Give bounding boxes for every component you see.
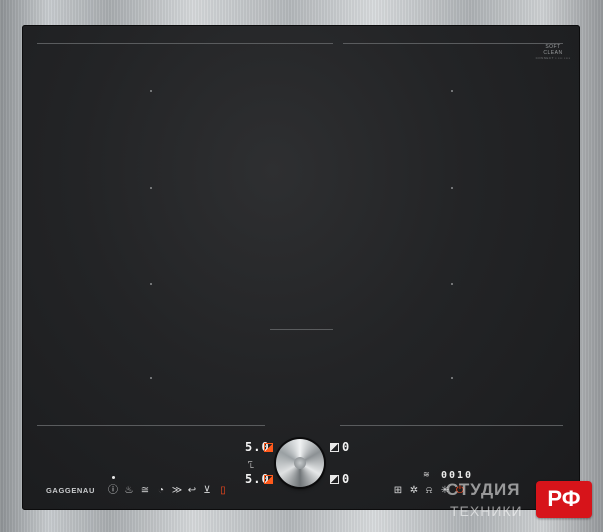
wok-icon[interactable]: ⊻ [201,485,213,497]
watermark-top-text: СТУДИЯ [446,480,521,499]
zone-indicator-rear-left-icon [264,443,273,452]
zone-indicator-front-right-icon [330,475,339,484]
pot-icon[interactable]: ♨ [123,485,135,497]
zone-dot [451,377,453,379]
zone-dot [451,90,453,92]
zone-level-rear-right[interactable]: 0 [342,441,350,454]
keep-warm-icon[interactable]: ↩ [186,485,198,497]
boost-icon[interactable]: ≫ [171,485,183,497]
pan-icon[interactable]: ≅ [139,485,151,497]
rf-badge: РФ [536,481,592,518]
zone-dot [150,90,152,92]
zone-dot [150,377,152,379]
timer-icon[interactable]: ◔ [155,485,167,497]
wifi-icon: ≋ [423,470,430,479]
zone-dot [451,283,453,285]
zone-dot [150,283,152,285]
soft-clean-badge: SOFT CLEAN CONNECT ▪ ▪▪▪ ▪▪▪▪ [535,44,571,60]
connect-label: CONNECT ▪ ▪▪▪ ▪▪▪▪ [535,56,571,60]
watermark-bottom-text: ТЕХНИКИ [450,503,523,519]
zone-marker-top-left [37,43,333,44]
fan-icon[interactable]: ✲ [408,485,420,497]
info-icon[interactable]: ⓘ [107,485,119,497]
zone-marker-center [270,329,333,330]
zone-dot [150,187,152,189]
zone-indicator-front-left-icon [264,475,273,484]
rf-badge-label: РФ [547,486,581,511]
zone-select-icon[interactable]: ▯ [217,485,229,497]
zone-indicator-rear-right-icon [330,443,339,452]
bridge-bracket-icon: ⌐ └ [248,457,254,472]
combine-zones-icon[interactable]: ⊞ [392,485,404,497]
zone-marker-bottom-left [37,425,265,426]
zone-marker-top-right [343,43,563,44]
brand-logo: GAGGENAU [46,486,95,495]
twist-pad-knob[interactable] [276,439,324,487]
ceramic-glass-cooktop [22,25,580,510]
status-indicator-dot [112,476,115,479]
zone-marker-bottom-right [340,425,563,426]
hood-icon[interactable]: ⍾ [423,485,435,497]
zone-dot [451,187,453,189]
zone-level-front-right[interactable]: 0 [342,473,350,486]
